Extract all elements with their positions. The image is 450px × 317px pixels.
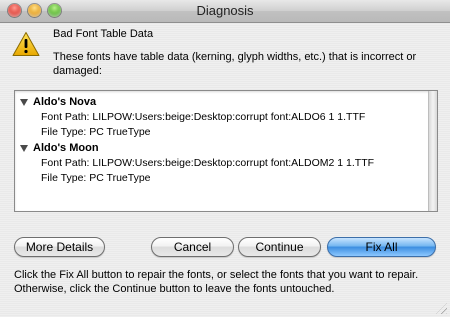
disclosure-triangle-icon[interactable] bbox=[20, 144, 28, 152]
warning-triangle-icon bbox=[12, 32, 40, 56]
list-scrollbar[interactable] bbox=[428, 91, 437, 211]
footer-instructions: Click the Fix All button to repair the f… bbox=[14, 269, 419, 295]
bad-fonts-list[interactable]: Aldo's Nova Font Path: LILPOW:Users:beig… bbox=[14, 90, 438, 212]
file-type[interactable]: File Type: PC TrueType bbox=[41, 172, 151, 186]
list-item-group[interactable]: Aldo's Nova bbox=[20, 95, 96, 109]
fix-all-button[interactable]: Fix All bbox=[327, 237, 436, 257]
alert-description: These fonts have table data (kerning, gl… bbox=[53, 51, 417, 77]
continue-button[interactable]: Continue bbox=[238, 237, 321, 257]
diagnosis-window: Diagnosis Bad Font Table Data These font… bbox=[0, 0, 450, 317]
font-name: Aldo's Nova bbox=[33, 96, 97, 108]
font-name: Aldo's Moon bbox=[33, 142, 99, 154]
cancel-button[interactable]: Cancel bbox=[151, 237, 234, 257]
resize-grip-icon[interactable] bbox=[436, 303, 447, 314]
window-title: Diagnosis bbox=[196, 3, 254, 18]
disclosure-triangle-icon[interactable] bbox=[20, 98, 28, 106]
font-path[interactable]: Font Path: LILPOW:Users:beige:Desktop:co… bbox=[41, 157, 374, 171]
file-type[interactable]: File Type: PC TrueType bbox=[41, 126, 151, 140]
font-path[interactable]: Font Path: LILPOW:Users:beige:Desktop:co… bbox=[41, 111, 365, 125]
more-details-button[interactable]: More Details bbox=[14, 237, 105, 257]
alert-heading: Bad Font Table Data bbox=[53, 28, 154, 40]
title-bar[interactable]: Diagnosis bbox=[0, 0, 450, 23]
list-item-group[interactable]: Aldo's Moon bbox=[20, 141, 99, 155]
